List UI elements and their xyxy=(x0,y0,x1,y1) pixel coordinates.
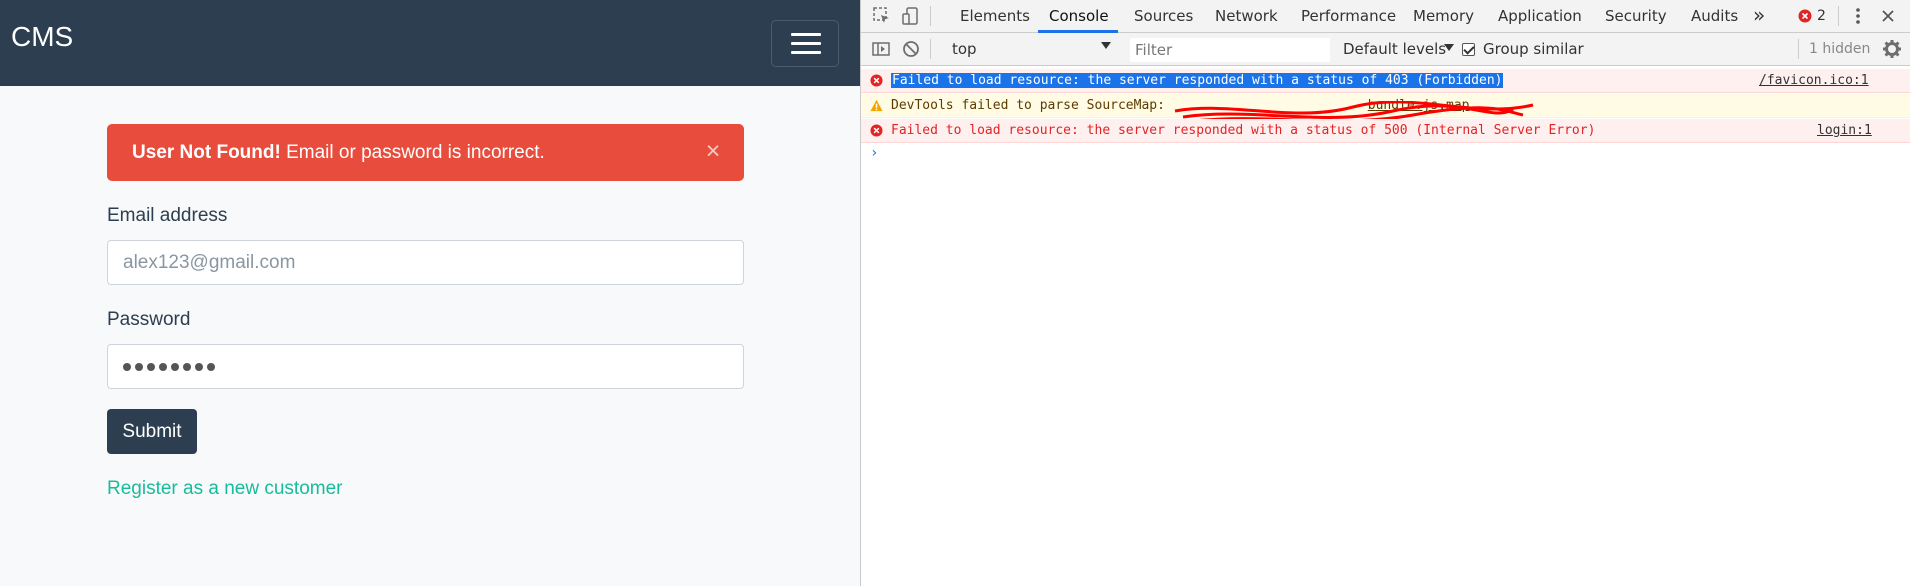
context-value: top xyxy=(952,40,977,58)
more-tabs-icon[interactable]: » xyxy=(1753,3,1765,27)
email-field[interactable]: alex123@gmail.com xyxy=(107,240,744,285)
toolbar-separator xyxy=(930,6,931,26)
alert-message: Email or password is incorrect. xyxy=(280,142,545,163)
tab-network[interactable]: Network xyxy=(1215,7,1278,25)
error-count-icon[interactable] xyxy=(1798,9,1812,23)
inspect-element-icon[interactable] xyxy=(872,6,892,26)
hamburger-icon-line xyxy=(791,42,821,45)
hamburger-icon-line xyxy=(791,51,821,54)
devtools-tabbar: Elements Console Sources Network Perform… xyxy=(861,0,1910,33)
tab-audits[interactable]: Audits xyxy=(1691,7,1738,25)
close-devtools-icon[interactable] xyxy=(1878,6,1898,26)
tab-security[interactable]: Security xyxy=(1605,7,1667,25)
hamburger-icon xyxy=(791,33,821,36)
tab-performance[interactable]: Performance xyxy=(1301,7,1396,25)
submit-button[interactable]: Submit xyxy=(107,409,197,454)
password-dot xyxy=(123,362,131,371)
kebab-menu-icon[interactable] xyxy=(1848,6,1868,26)
chevron-down-icon xyxy=(1444,44,1454,51)
message-prefix: DevTools failed to parse SourceMap: xyxy=(891,98,1173,113)
context-selector[interactable]: top xyxy=(941,39,1116,61)
toolbar-separator xyxy=(1838,6,1839,26)
close-icon[interactable]: × xyxy=(701,139,725,164)
devtools-panel: Elements Console Sources Network Perform… xyxy=(861,0,1910,586)
error-icon xyxy=(870,124,883,137)
error-icon xyxy=(870,74,883,87)
console-message-warning[interactable]: DevTools failed to parse SourceMap: bund… xyxy=(861,94,1910,123)
password-label: Password xyxy=(107,309,191,330)
password-dot xyxy=(159,362,167,371)
clear-console-icon[interactable] xyxy=(901,39,921,59)
device-toolbar-icon[interactable] xyxy=(901,6,921,26)
toolbar-separator xyxy=(1798,39,1799,59)
message-text: Failed to load resource: the server resp… xyxy=(891,123,1596,138)
password-field[interactable] xyxy=(107,344,744,389)
group-similar-checkbox[interactable] xyxy=(1462,43,1475,56)
show-sidebar-icon[interactable] xyxy=(871,39,891,59)
error-alert: User Not Found! Email or password is inc… xyxy=(107,124,744,181)
message-source-link[interactable]: /favicon.ico:1 xyxy=(1759,73,1869,88)
alert-title: User Not Found! xyxy=(132,142,281,163)
toolbar-separator xyxy=(930,39,931,59)
register-link[interactable]: Register as a new customer xyxy=(107,478,343,500)
warning-icon xyxy=(870,99,883,112)
console-message-error[interactable]: Failed to load resource: the server resp… xyxy=(861,69,1910,93)
log-levels-dropdown[interactable]: Default levels xyxy=(1343,40,1446,58)
console-message-error[interactable]: Failed to load resource: the server resp… xyxy=(861,119,1910,143)
password-dot xyxy=(135,362,143,371)
email-label: Email address xyxy=(107,205,228,226)
gear-icon[interactable] xyxy=(1882,39,1902,59)
menu-toggle-button[interactable] xyxy=(771,20,839,67)
chevron-down-icon xyxy=(1101,42,1111,49)
filter-input[interactable]: Filter xyxy=(1130,38,1330,62)
tab-application[interactable]: Application xyxy=(1498,7,1582,25)
tab-memory[interactable]: Memory xyxy=(1413,7,1474,25)
password-mask xyxy=(123,362,215,371)
cms-app: CMS User Not Found! Email or password is… xyxy=(0,0,860,586)
brand-logo[interactable]: CMS xyxy=(11,21,73,53)
message-source-link[interactable]: login:1 xyxy=(1817,123,1872,138)
password-dot xyxy=(183,362,191,371)
tab-elements[interactable]: Elements xyxy=(960,7,1030,25)
console-toolbar: top Filter Default levels Group similar … xyxy=(861,33,1910,66)
hidden-messages-count: 1 hidden xyxy=(1809,41,1871,57)
message-text: Failed to load resource: the server resp… xyxy=(891,73,1504,88)
password-dot xyxy=(147,362,155,371)
tab-sources[interactable]: Sources xyxy=(1134,7,1193,25)
navbar: CMS xyxy=(0,0,860,86)
password-dot xyxy=(195,362,203,371)
password-dot xyxy=(171,362,179,371)
console-prompt[interactable]: › xyxy=(870,145,878,161)
group-similar-label: Group similar xyxy=(1483,40,1584,58)
tab-console[interactable]: Console xyxy=(1049,7,1109,25)
password-dot xyxy=(207,362,215,371)
alert-text: User Not Found! Email or password is inc… xyxy=(132,142,545,164)
error-count[interactable]: 2 xyxy=(1817,8,1826,24)
